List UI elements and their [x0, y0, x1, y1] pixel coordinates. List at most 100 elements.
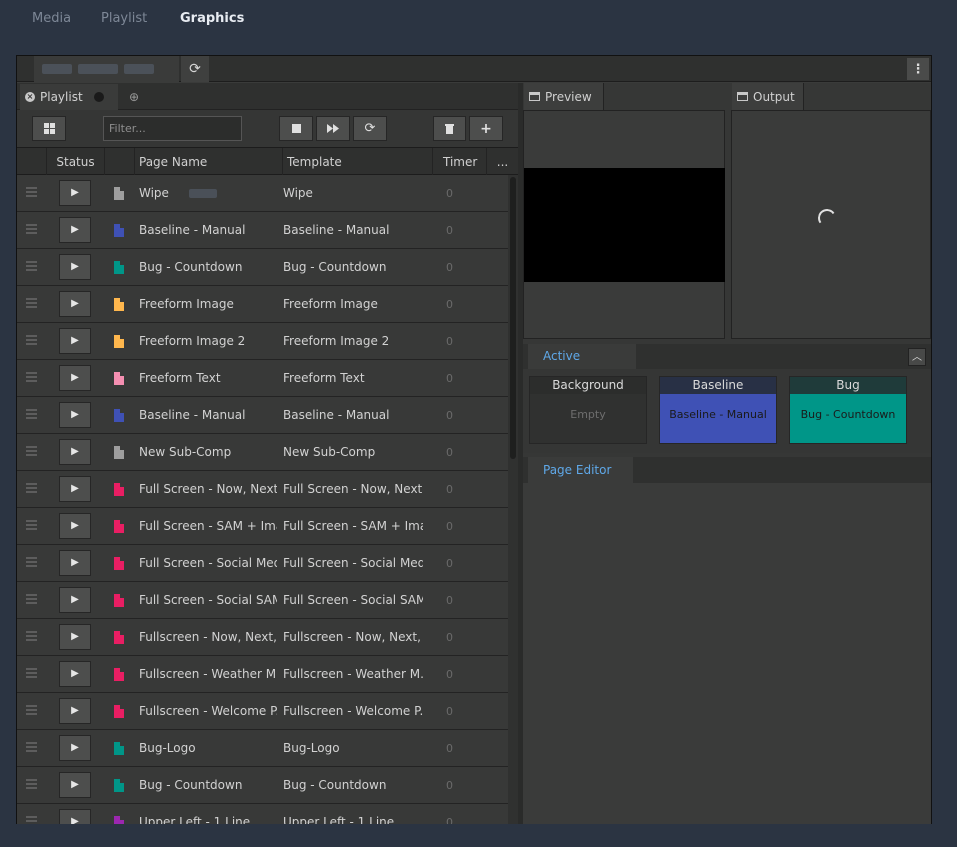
delete-button[interactable] — [433, 116, 466, 141]
close-tab-icon[interactable]: × — [25, 92, 35, 102]
fast-forward-button[interactable] — [316, 116, 350, 141]
table-row[interactable]: ▶ Full Screen - SAM + Ima... Full Screen -… — [17, 508, 508, 545]
slot-bug[interactable]: Bug Bug - Countdown — [789, 376, 907, 444]
play-button[interactable]: ▶ — [59, 698, 91, 724]
table-row[interactable]: ▶ Bug - Countdown Bug - Countdown 0 — [17, 767, 508, 804]
timer-value: 0 — [446, 224, 453, 237]
play-button[interactable]: ▶ — [59, 328, 91, 354]
play-button[interactable]: ▶ — [59, 291, 91, 317]
column-page-name[interactable]: Page Name — [134, 148, 282, 176]
column-more[interactable]: ... — [486, 148, 518, 176]
column-status[interactable]: Status — [46, 148, 104, 176]
drag-handle-icon[interactable] — [26, 409, 37, 419]
tab-page-editor[interactable]: Page Editor — [528, 457, 633, 483]
refresh-button[interactable]: ⟳ — [181, 56, 209, 82]
table-row[interactable]: ▶ Wipe Wipe 0 — [17, 175, 508, 212]
nav-tab-graphics[interactable]: Graphics — [180, 11, 244, 26]
drag-handle-icon[interactable] — [26, 335, 37, 345]
loading-spinner-icon — [816, 207, 838, 229]
play-button[interactable]: ▶ — [59, 365, 91, 391]
timer-value: 0 — [446, 372, 453, 385]
drag-handle-icon[interactable] — [26, 705, 37, 715]
top-navigation: Media Playlist Graphics — [0, 0, 957, 38]
drag-handle-icon[interactable] — [26, 224, 37, 234]
play-button[interactable]: ▶ — [59, 180, 91, 206]
drag-handle-icon[interactable] — [26, 298, 37, 308]
play-button[interactable]: ▶ — [59, 217, 91, 243]
table-row[interactable]: ▶ Full Screen - Now, Next,... Full Screen … — [17, 471, 508, 508]
drag-handle-icon[interactable] — [26, 668, 37, 678]
drag-handle-icon[interactable] — [26, 261, 37, 271]
drag-handle-icon[interactable] — [26, 446, 37, 456]
stop-button[interactable] — [279, 116, 313, 141]
drag-handle-icon[interactable] — [26, 483, 37, 493]
table-row[interactable]: ▶ Bug - Countdown Bug - Countdown 0 — [17, 249, 508, 286]
redacted-title — [78, 64, 118, 74]
table-row[interactable]: ▶ Full Screen - Social SAM Full Screen - S… — [17, 582, 508, 619]
play-button[interactable]: ▶ — [59, 513, 91, 539]
more-options-button[interactable]: ⋮ — [907, 58, 929, 80]
add-tab-button[interactable]: ⊕ — [120, 87, 148, 107]
drag-handle-icon[interactable] — [26, 372, 37, 382]
template-name: Full Screen - Social SAM — [283, 593, 423, 607]
tab-playlist[interactable]: × Playlist — [20, 84, 118, 110]
template-name: Full Screen - SAM + Ima... — [283, 519, 423, 533]
add-circle-icon: ⊕ — [128, 90, 140, 104]
drag-handle-icon[interactable] — [26, 187, 37, 197]
play-button[interactable]: ▶ — [59, 624, 91, 650]
play-icon: ▶ — [71, 409, 79, 420]
play-button[interactable]: ▶ — [59, 550, 91, 576]
tab-output-label: Output — [753, 89, 795, 104]
add-page-button[interactable]: + — [469, 116, 503, 141]
drag-handle-icon[interactable] — [26, 631, 37, 641]
drag-handle-icon[interactable] — [26, 557, 37, 567]
drag-handle-icon[interactable] — [26, 742, 37, 752]
play-button[interactable]: ▶ — [59, 254, 91, 280]
table-row[interactable]: ▶ Freeform Image 2 Freeform Image 2 0 — [17, 323, 508, 360]
slot-baseline[interactable]: Baseline Baseline - Manual — [659, 376, 777, 444]
play-button[interactable]: ▶ — [59, 476, 91, 502]
play-button[interactable]: ▶ — [59, 439, 91, 465]
page-name: Freeform Image 2 — [139, 334, 246, 348]
table-row[interactable]: ▶ Freeform Text Freeform Text 0 — [17, 360, 508, 397]
page-editor-body — [523, 483, 931, 824]
playlist-scrollbar[interactable] — [508, 175, 518, 824]
tab-output[interactable]: Output — [732, 83, 804, 110]
template-name: Bug-Logo — [283, 741, 340, 755]
slot-header: Background — [530, 377, 646, 394]
scrollbar-thumb[interactable] — [510, 177, 516, 459]
play-button[interactable]: ▶ — [59, 402, 91, 428]
table-row[interactable]: ▶ Freeform Image Freeform Image 0 — [17, 286, 508, 323]
workspace-tab[interactable] — [34, 56, 179, 82]
filter-input[interactable] — [103, 116, 242, 141]
drag-handle-icon[interactable] — [26, 520, 37, 530]
tab-active-graphics[interactable]: Active Graphics — [528, 344, 636, 388]
drag-handle-icon[interactable] — [26, 816, 37, 824]
grid-view-button[interactable] — [32, 116, 66, 141]
table-row[interactable]: ▶ Baseline - Manual Baseline - Manual 0 — [17, 212, 508, 249]
column-template[interactable]: Template — [282, 148, 432, 176]
nav-tab-playlist[interactable]: Playlist — [101, 11, 147, 26]
collapse-button[interactable]: ︿ — [908, 348, 926, 366]
tab-preview[interactable]: Preview — [524, 83, 604, 110]
loop-button[interactable]: ⟳ — [353, 116, 387, 141]
play-button[interactable]: ▶ — [59, 735, 91, 761]
table-row[interactable]: ▶ Fullscreen - Now, Next, ... Fullscreen -… — [17, 619, 508, 656]
play-button[interactable]: ▶ — [59, 587, 91, 613]
play-button[interactable]: ▶ — [59, 661, 91, 687]
table-row[interactable]: ▶ New Sub-Comp New Sub-Comp 0 — [17, 434, 508, 471]
play-button[interactable]: ▶ — [59, 772, 91, 798]
drag-handle-icon[interactable] — [26, 779, 37, 789]
table-row[interactable]: ▶ Fullscreen - Weather M... Fullscreen - W… — [17, 656, 508, 693]
nav-tab-media[interactable]: Media — [32, 11, 71, 26]
column-timer[interactable]: Timer — [432, 148, 486, 176]
table-row[interactable]: ▶ Full Screen - Social Media Full Screen -… — [17, 545, 508, 582]
slot-background[interactable]: Background Empty — [529, 376, 647, 444]
table-row[interactable]: ▶ Baseline - Manual Baseline - Manual 0 — [17, 397, 508, 434]
table-row[interactable]: ▶ Bug-Logo Bug-Logo 0 — [17, 730, 508, 767]
table-row[interactable]: ▶ Fullscreen - Welcome P... Fullscreen - W… — [17, 693, 508, 730]
table-row[interactable]: ▶ Upper Left - 1 Line Upper Left - 1 Line 0 — [17, 804, 508, 824]
play-button[interactable]: ▶ — [59, 809, 91, 824]
drag-handle-icon[interactable] — [26, 594, 37, 604]
template-name: Bug - Countdown — [283, 778, 387, 792]
